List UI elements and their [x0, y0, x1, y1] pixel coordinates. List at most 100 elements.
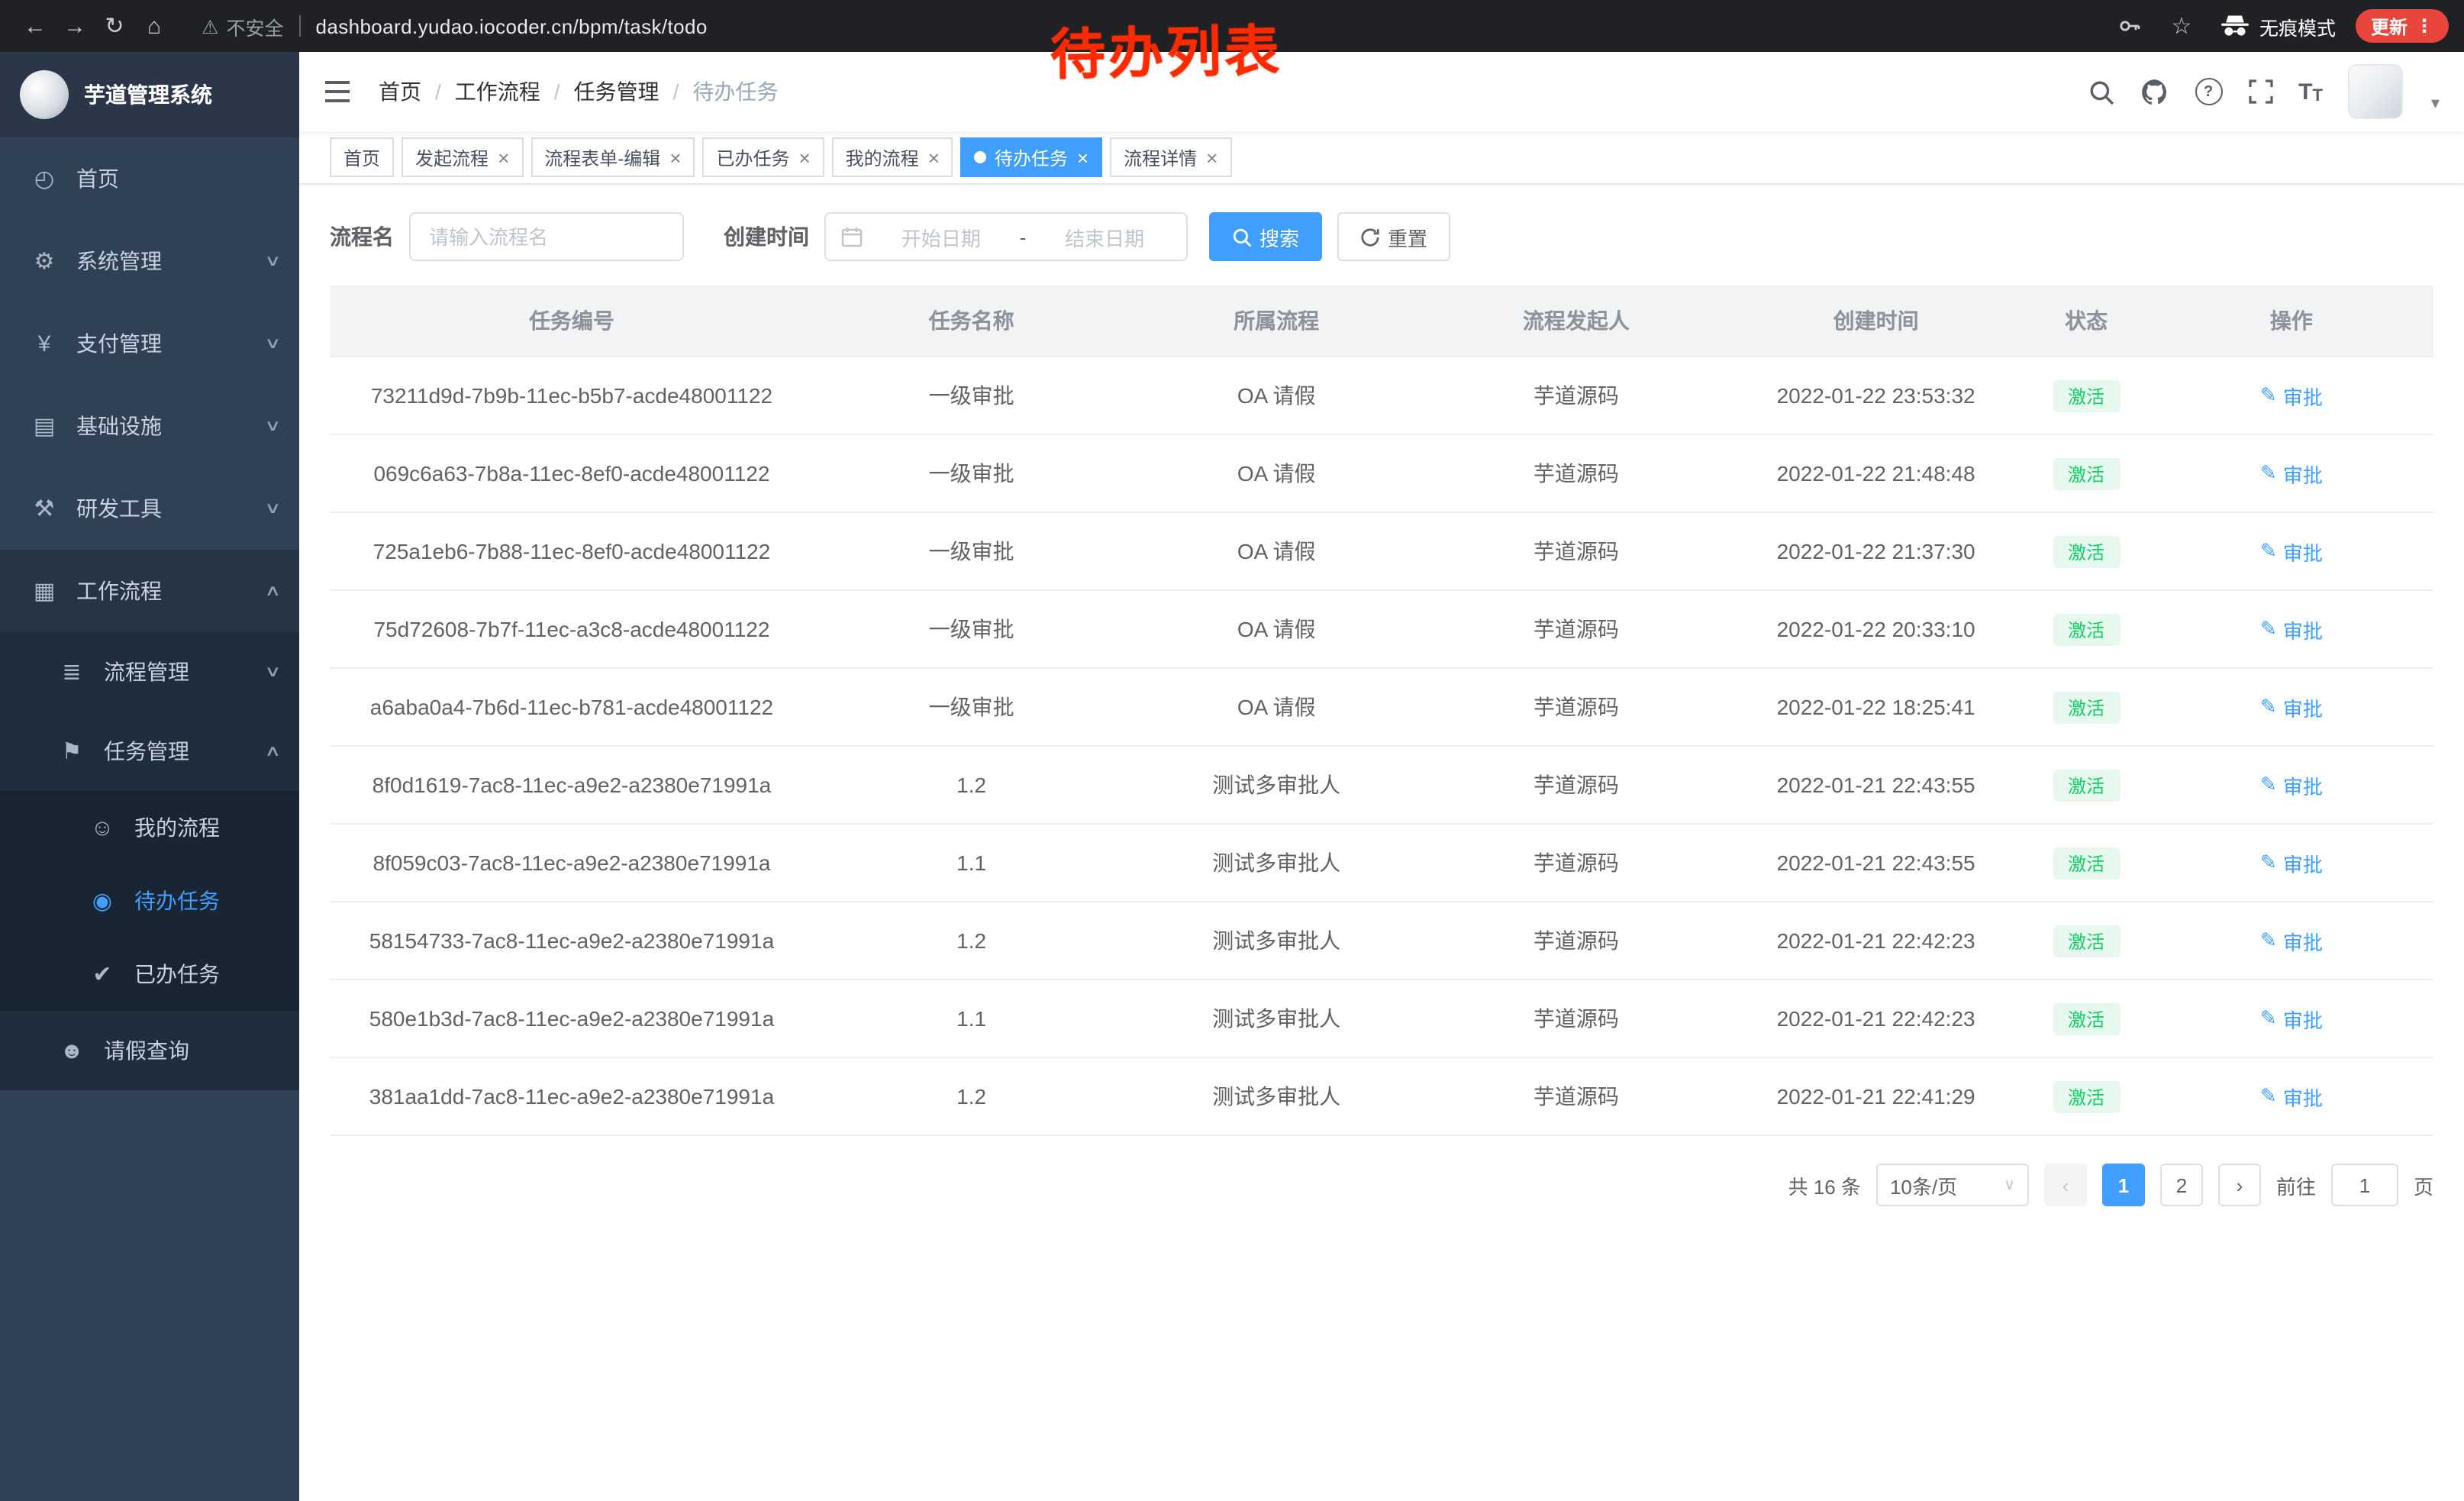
- approve-link[interactable]: ✎ 审批: [2260, 770, 2323, 799]
- approve-link[interactable]: ✎ 审批: [2260, 537, 2323, 566]
- close-icon[interactable]: ×: [1077, 147, 1088, 167]
- pagination: 共 16 条 10条/页 ∨ ‹ 1 2 › 前往 页: [330, 1164, 2433, 1206]
- help-icon[interactable]: ?: [2195, 78, 2222, 105]
- date-range-picker[interactable]: 开始日期 - 结束日期: [824, 212, 1188, 261]
- close-icon[interactable]: ×: [669, 147, 681, 167]
- workflow-submenu: ≣ 流程管理 ∨ ⚑ 任务管理 ∧ ☺ 我的流程 ◉ 待办任务: [0, 632, 299, 1090]
- sidebar-item-home[interactable]: ◴ 首页: [0, 137, 299, 220]
- cell-actions: ✎ 审批: [2150, 824, 2433, 902]
- caret-down-icon[interactable]: ▾: [2431, 93, 2440, 113]
- tab-process-form-edit[interactable]: 流程表单-编辑 ×: [531, 137, 695, 177]
- main-area: 首页 / 工作流程 / 任务管理 / 待办任务 ?: [299, 52, 2464, 1501]
- goto-page-input[interactable]: [2331, 1164, 2398, 1206]
- sidebar-item-done-task[interactable]: ✔ 已办任务: [0, 938, 299, 1011]
- sidebar-item-label: 任务管理: [104, 736, 189, 767]
- home-icon[interactable]: ⌂: [134, 6, 174, 46]
- tab-todo-task[interactable]: 待办任务 ×: [961, 137, 1102, 177]
- sidebar-toggle-icon[interactable]: [324, 79, 351, 104]
- sidebar-item-task-mgmt[interactable]: ⚑ 任务管理 ∧: [0, 712, 299, 791]
- table-row: 8f059c03-7ac8-11ec-a9e2-a2380e71991a 1.1…: [330, 824, 2433, 902]
- process-name-input[interactable]: [409, 212, 684, 261]
- range-separator: -: [1020, 225, 1027, 248]
- search-icon[interactable]: [2088, 79, 2114, 105]
- tab-home[interactable]: 首页: [330, 137, 394, 177]
- sidebar-item-my-process[interactable]: ☺ 我的流程: [0, 791, 299, 864]
- breadcrumb-item[interactable]: 首页: [379, 76, 421, 107]
- security-chip[interactable]: ⚠ 不安全: [202, 11, 283, 40]
- approve-link[interactable]: ✎ 审批: [2260, 615, 2323, 644]
- breadcrumb-item[interactable]: 任务管理: [574, 76, 660, 107]
- close-icon[interactable]: ×: [498, 147, 509, 167]
- sidebar-item-label: 首页: [76, 163, 119, 194]
- browser-menu-icon[interactable]: ⋮: [2415, 15, 2433, 37]
- reset-button[interactable]: 重置: [1337, 212, 1450, 261]
- search-button[interactable]: 搜索: [1209, 212, 1322, 261]
- page-size-select[interactable]: 10条/页 ∨: [1876, 1164, 2029, 1206]
- page-content: 流程名 创建时间 开始日期 - 结束日期 搜索: [299, 185, 2464, 1501]
- close-icon[interactable]: ×: [1206, 147, 1217, 167]
- page-unit-label: 页: [2414, 1170, 2433, 1199]
- sidebar-item-leave-query[interactable]: ☻ 请假查询: [0, 1011, 299, 1090]
- tab-my-process[interactable]: 我的流程 ×: [832, 137, 953, 177]
- prev-page-button[interactable]: ‹: [2044, 1164, 2087, 1206]
- edit-icon: ✎: [2260, 851, 2277, 875]
- sidebar-item-payment[interactable]: ¥ 支付管理 ∨: [0, 302, 299, 385]
- approve-link[interactable]: ✎ 审批: [2260, 848, 2323, 877]
- cell-created: 2022-01-22 23:53:32: [1729, 357, 2024, 434]
- table-row: 381aa1dd-7ac8-11ec-a9e2-a2380e71991a 1.2…: [330, 1057, 2433, 1135]
- cell-created: 2022-01-21 22:41:29: [1729, 1057, 2024, 1135]
- workflow-icon: ▦: [31, 577, 58, 605]
- sidebar-item-workflow[interactable]: ▦ 工作流程 ∧: [0, 550, 299, 632]
- cell-status: 激活: [2024, 902, 2150, 980]
- approve-link[interactable]: ✎ 审批: [2260, 1004, 2323, 1033]
- cell-actions: ✎ 审批: [2150, 1057, 2433, 1135]
- cell-initiator: 芋道源码: [1424, 980, 1729, 1057]
- fullscreen-icon[interactable]: [2248, 79, 2272, 104]
- start-date-placeholder[interactable]: 开始日期: [875, 222, 1008, 251]
- github-icon[interactable]: [2140, 77, 2169, 106]
- tab-start-process[interactable]: 发起流程 ×: [402, 137, 523, 177]
- font-size-icon[interactable]: TT: [2298, 79, 2323, 105]
- cell-initiator: 芋道源码: [1424, 746, 1729, 824]
- forward-icon[interactable]: →: [55, 6, 95, 46]
- edit-icon: ✎: [2260, 928, 2277, 953]
- address-divider: [298, 15, 300, 37]
- avatar[interactable]: [2349, 64, 2404, 119]
- page-button-1[interactable]: 1: [2102, 1164, 2145, 1206]
- cell-task-name: 1.1: [814, 824, 1129, 902]
- approve-link[interactable]: ✎ 审批: [2260, 926, 2323, 955]
- bookmark-star-icon[interactable]: ☆: [2162, 6, 2201, 46]
- status-badge: 激活: [2053, 457, 2120, 489]
- chevron-down-icon: ∨: [264, 500, 281, 517]
- col-task-name: 任务名称: [814, 286, 1129, 357]
- approve-link[interactable]: ✎ 审批: [2260, 692, 2323, 721]
- cell-task-name: 1.2: [814, 746, 1129, 824]
- approve-link[interactable]: ✎ 审批: [2260, 459, 2323, 488]
- sidebar-item-system[interactable]: ⚙ 系统管理 ∨: [0, 220, 299, 302]
- approve-link[interactable]: ✎ 审批: [2260, 1082, 2323, 1111]
- cell-actions: ✎ 审批: [2150, 902, 2433, 980]
- sidebar-item-todo-task[interactable]: ◉ 待办任务: [0, 864, 299, 938]
- sidebar-item-devtools[interactable]: ⚒ 研发工具 ∨: [0, 467, 299, 550]
- chevron-up-icon: ∧: [264, 583, 281, 599]
- back-icon[interactable]: ←: [15, 6, 55, 46]
- reload-icon[interactable]: ↻: [95, 6, 134, 46]
- cell-status: 激活: [2024, 980, 2150, 1057]
- address-bar[interactable]: ⚠ 不安全 dashboard.yudao.iocoder.cn/bpm/tas…: [186, 5, 2105, 47]
- table-row: 73211d9d-7b9b-11ec-b5b7-acde48001122 一级审…: [330, 357, 2433, 434]
- col-actions: 操作: [2150, 286, 2433, 357]
- close-icon[interactable]: ×: [928, 147, 940, 167]
- breadcrumb-item[interactable]: 工作流程: [455, 76, 540, 107]
- app-logo[interactable]: 芋道管理系统: [0, 52, 299, 137]
- sidebar-item-process-mgmt[interactable]: ≣ 流程管理 ∨: [0, 632, 299, 712]
- update-button[interactable]: 更新 ⋮: [2356, 9, 2449, 43]
- key-icon[interactable]: [2117, 14, 2142, 38]
- next-page-button[interactable]: ›: [2218, 1164, 2261, 1206]
- tab-process-detail[interactable]: 流程详情 ×: [1110, 137, 1231, 177]
- close-icon[interactable]: ×: [798, 147, 810, 167]
- sidebar-item-infra[interactable]: ▤ 基础设施 ∨: [0, 385, 299, 467]
- end-date-placeholder[interactable]: 结束日期: [1038, 222, 1171, 251]
- page-button-2[interactable]: 2: [2160, 1164, 2203, 1206]
- approve-link[interactable]: ✎ 审批: [2260, 381, 2323, 410]
- tab-done-task[interactable]: 已办任务 ×: [702, 137, 824, 177]
